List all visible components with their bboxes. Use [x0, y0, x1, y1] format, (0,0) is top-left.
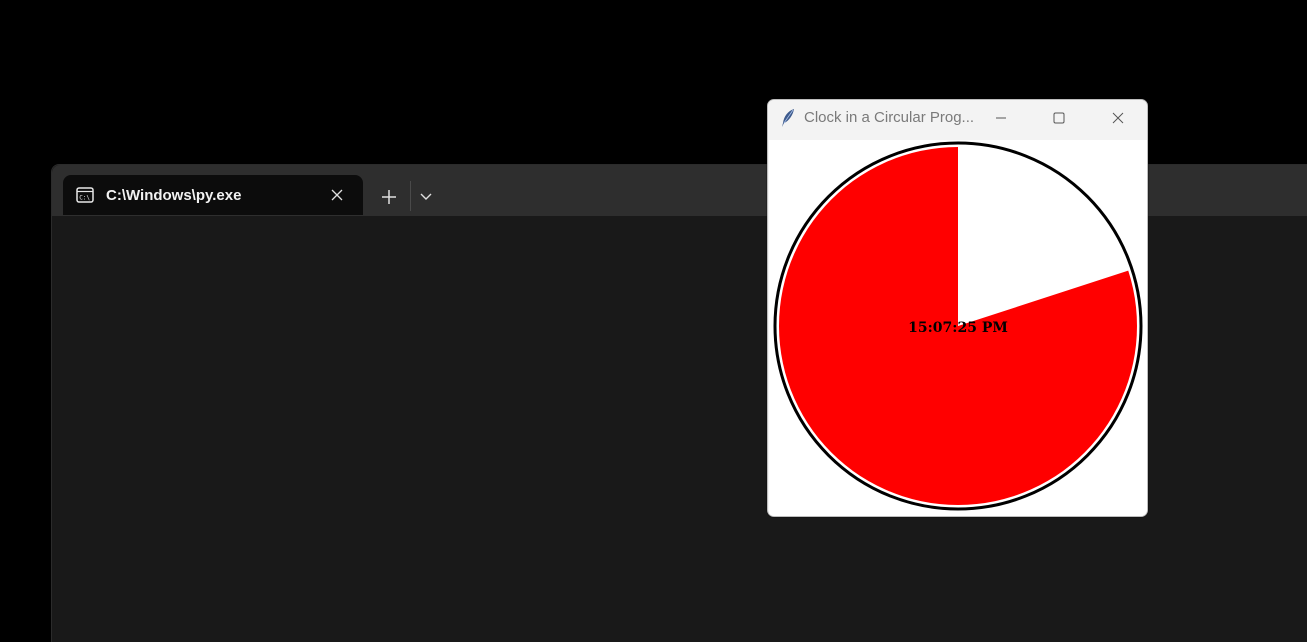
- close-icon[interactable]: [327, 185, 347, 205]
- console-icon: C:\: [75, 185, 95, 205]
- tab-title: C:\Windows\py.exe: [106, 186, 242, 204]
- tab-separator: [410, 181, 411, 211]
- new-tab-button[interactable]: [377, 185, 401, 209]
- plus-icon: [382, 190, 396, 204]
- clock-canvas: 15:07:25 PM: [769, 140, 1147, 516]
- clock-window: Clock in a Circular Prog... 15:07:25 PM: [767, 99, 1148, 517]
- window-title: Clock in a Circular Prog...: [804, 109, 975, 126]
- maximize-button[interactable]: [1046, 106, 1072, 130]
- clock-time: 15:07:25 PM: [908, 320, 1008, 336]
- tab-py-exe[interactable]: C:\ C:\Windows\py.exe: [63, 175, 363, 215]
- chevron-down-icon: [420, 193, 432, 200]
- minimize-icon: [996, 117, 1006, 119]
- minimize-button[interactable]: [988, 106, 1014, 130]
- feather-icon: [780, 108, 796, 128]
- clock-window-titlebar[interactable]: Clock in a Circular Prog...: [768, 100, 1147, 139]
- svg-text:C:\: C:\: [79, 195, 90, 202]
- tab-dropdown-button[interactable]: [416, 187, 436, 207]
- close-icon: [1112, 112, 1124, 124]
- close-button[interactable]: [1105, 106, 1131, 130]
- maximize-icon: [1053, 112, 1065, 124]
